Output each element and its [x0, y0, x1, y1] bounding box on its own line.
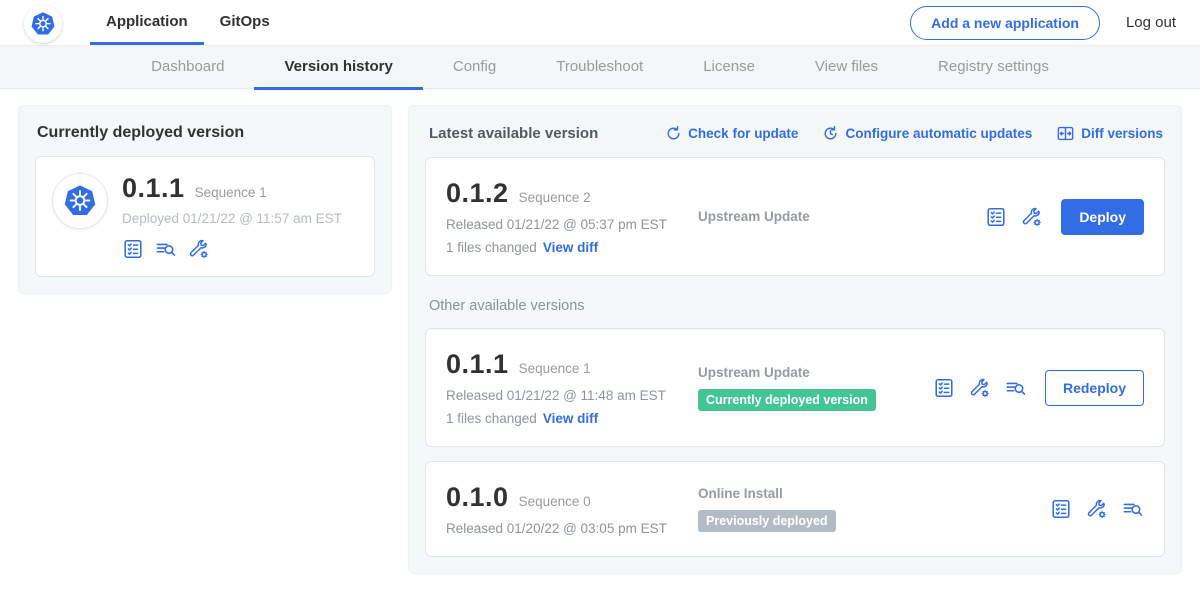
checklist-icon[interactable]: [122, 238, 144, 260]
version-info: 0.1.2 Sequence 2 Released 01/21/22 @ 05:…: [446, 178, 698, 255]
deployed-version-card: 0.1.1 Sequence 1 Deployed 01/21/22 @ 11:…: [35, 156, 375, 277]
action-diff-versions[interactable]: Diff versions: [1056, 124, 1163, 143]
other-version-list: 0.1.1 Sequence 1 Released 01/21/22 @ 11:…: [425, 328, 1165, 557]
deployed-panel-title: Currently deployed version: [37, 124, 375, 142]
checklist-icon[interactable]: [933, 377, 955, 399]
app-logo: [52, 173, 108, 229]
files-changed-label: 1 files changed: [446, 411, 537, 426]
files-changed-label: 1 files changed: [446, 240, 537, 255]
version-source: Online Install Previously deployed: [698, 486, 836, 532]
released-timestamp: Released 01/21/22 @ 05:37 pm EST: [446, 217, 698, 232]
status-badge: Currently deployed version: [698, 389, 876, 411]
deployed-icon-row: [122, 238, 342, 260]
view-diff-link[interactable]: View diff: [543, 411, 598, 426]
nav-item-config[interactable]: Config: [423, 46, 526, 90]
config-icon[interactable]: [969, 377, 991, 399]
header-tabs: ApplicationGitOps: [90, 0, 286, 45]
version-actions-right: Deploy: [985, 199, 1144, 235]
action-label: Check for update: [688, 126, 798, 141]
view-diff-link[interactable]: View diff: [543, 240, 598, 255]
add-application-button[interactable]: Add a new application: [910, 6, 1100, 40]
logout-button[interactable]: Log out: [1126, 14, 1176, 31]
version-source: Upstream Update Currently deployed versi…: [698, 365, 876, 411]
action-label: Diff versions: [1081, 126, 1163, 141]
kubernetes-logo: [24, 5, 62, 43]
header-tab-gitops[interactable]: GitOps: [204, 0, 286, 45]
refresh-icon: [665, 125, 682, 142]
source-label: Upstream Update: [698, 209, 810, 224]
action-label: Configure automatic updates: [845, 126, 1032, 141]
row-icons: [1050, 498, 1144, 520]
nav-item-troubleshoot[interactable]: Troubleshoot: [526, 46, 673, 90]
version-actions: Check for update Configure automatic upda…: [665, 124, 1163, 143]
header-tab-application[interactable]: Application: [90, 0, 204, 45]
kubernetes-logo-icon: [28, 9, 58, 39]
sequence-label: Sequence 2: [519, 190, 591, 205]
sequence-label: Sequence 1: [519, 361, 591, 376]
main-content: Currently deployed version: [0, 89, 1200, 590]
latest-version-header: Latest available version Check for updat…: [429, 124, 1163, 143]
other-versions-title: Other available versions: [429, 298, 1163, 314]
row-icons: [933, 377, 1027, 399]
version-source: Upstream Update: [698, 209, 810, 224]
nav-item-license[interactable]: License: [673, 46, 785, 90]
deployed-version-details: 0.1.1 Sequence 1 Deployed 01/21/22 @ 11:…: [122, 173, 342, 260]
status-badge: Previously deployed: [698, 510, 836, 532]
released-timestamp: Released 01/21/22 @ 11:48 am EST: [446, 388, 698, 403]
config-icon[interactable]: [1021, 206, 1043, 228]
version-row: 0.1.1 Sequence 1 Released 01/21/22 @ 11:…: [425, 328, 1165, 447]
nav-item-dashboard[interactable]: Dashboard: [121, 46, 254, 90]
nav-item-view-files[interactable]: View files: [785, 46, 908, 90]
deployed-timestamp: Deployed 01/21/22 @ 11:57 am EST: [122, 211, 342, 226]
action-check-for-update[interactable]: Check for update: [665, 125, 798, 142]
config-icon[interactable]: [188, 238, 210, 260]
top-header: ApplicationGitOps Add a new application …: [0, 0, 1200, 45]
logs-icon[interactable]: [155, 238, 177, 260]
version-number: 0.1.0: [446, 482, 509, 513]
version-number: 0.1.2: [446, 178, 509, 209]
nav-item-version-history[interactable]: Version history: [254, 46, 422, 90]
version-info: 0.1.0 Sequence 0 Released 01/20/22 @ 03:…: [446, 482, 698, 536]
sub-nav: DashboardVersion historyConfigTroublesho…: [0, 45, 1200, 89]
action-configure-automatic-updates[interactable]: Configure automatic updates: [822, 125, 1032, 142]
version-info: 0.1.1 Sequence 1 Released 01/21/22 @ 11:…: [446, 349, 698, 426]
checklist-icon[interactable]: [985, 206, 1007, 228]
kubernetes-logo-icon: [60, 181, 100, 221]
config-icon[interactable]: [1086, 498, 1108, 520]
logs-icon[interactable]: [1005, 377, 1027, 399]
version-number: 0.1.1: [446, 349, 509, 380]
version-actions-right: [1050, 498, 1144, 520]
deploy-button[interactable]: Deploy: [1061, 199, 1144, 235]
source-label: Online Install: [698, 486, 783, 501]
diff-icon: [1056, 124, 1075, 143]
currently-deployed-panel: Currently deployed version: [18, 105, 392, 294]
sequence-label: Sequence 0: [519, 494, 591, 509]
version-actions-right: Redeploy: [933, 370, 1144, 406]
schedule-icon: [822, 125, 839, 142]
version-row: 0.1.0 Sequence 0 Released 01/20/22 @ 03:…: [425, 461, 1165, 557]
version-row: 0.1.2 Sequence 2 Released 01/21/22 @ 05:…: [425, 157, 1165, 276]
row-icons: [985, 206, 1043, 228]
source-label: Upstream Update: [698, 365, 810, 380]
logs-icon[interactable]: [1122, 498, 1144, 520]
files-changed-line: 1 files changed View diff: [446, 411, 698, 426]
released-timestamp: Released 01/20/22 @ 03:05 pm EST: [446, 521, 698, 536]
nav-item-registry-settings[interactable]: Registry settings: [908, 46, 1079, 90]
latest-version-list: 0.1.2 Sequence 2 Released 01/21/22 @ 05:…: [425, 157, 1165, 276]
deployed-sequence-label: Sequence 1: [195, 185, 267, 200]
redeploy-button[interactable]: Redeploy: [1045, 370, 1144, 406]
files-changed-line: 1 files changed View diff: [446, 240, 698, 255]
deployed-version-number: 0.1.1: [122, 173, 185, 204]
version-history-panel: Latest available version Check for updat…: [408, 105, 1182, 574]
checklist-icon[interactable]: [1050, 498, 1072, 520]
latest-version-title: Latest available version: [429, 125, 598, 142]
